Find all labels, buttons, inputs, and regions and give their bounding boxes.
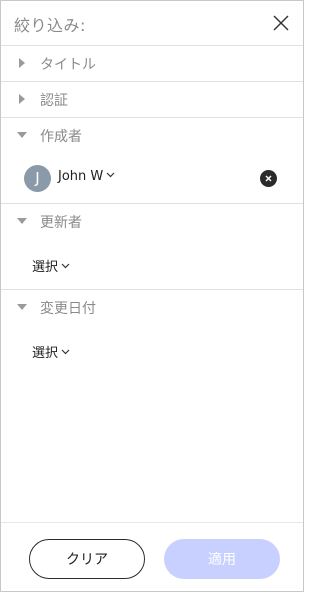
clear-button[interactable]: クリア [29, 539, 145, 579]
modified-date-select-dropdown[interactable]: 選択 [32, 342, 70, 361]
section-creator-toggle[interactable]: 作成者 [1, 118, 303, 153]
avatar: J [24, 165, 51, 192]
section-creator: 作成者 J John W [1, 117, 303, 203]
chevron-down-icon [106, 172, 115, 178]
updater-select-dropdown[interactable]: 選択 [32, 256, 70, 275]
close-icon [265, 175, 272, 182]
section-updater-label: 更新者 [40, 215, 82, 231]
apply-button[interactable]: 適用 [164, 539, 280, 579]
section-title: タイトル [1, 45, 303, 81]
section-auth: 認証 [1, 81, 303, 117]
filter-title: 絞り込み: [14, 16, 86, 35]
section-updater: 更新者 選択 [1, 203, 303, 289]
remove-user-button[interactable] [260, 170, 277, 187]
creator-user-name: John W [58, 169, 104, 184]
section-auth-label: 認証 [40, 93, 68, 109]
chevron-down-icon [61, 349, 70, 355]
section-modified-date-toggle[interactable]: 変更日付 [1, 290, 303, 325]
updater-select-label: 選択 [32, 260, 59, 275]
section-auth-toggle[interactable]: 認証 [1, 82, 303, 117]
creator-user-dropdown[interactable]: John W [58, 169, 115, 184]
filter-panel: 絞り込み: タイトル 認証 作成者 J John W 更新者 選択 変更日付 選… [0, 0, 304, 592]
caret-right-icon [19, 94, 25, 104]
caret-down-icon [17, 218, 27, 224]
modified-date-select-label: 選択 [32, 346, 59, 361]
section-title-label: タイトル [40, 57, 96, 73]
caret-right-icon [19, 58, 25, 68]
section-creator-label: 作成者 [40, 129, 82, 145]
filter-header: 絞り込み: [1, 1, 303, 45]
chevron-down-icon [61, 263, 70, 269]
section-title-toggle[interactable]: タイトル [1, 46, 303, 81]
section-modified-date: 変更日付 選択 [1, 289, 303, 375]
filter-footer: クリア 適用 [1, 522, 303, 591]
caret-down-icon [17, 132, 27, 138]
caret-down-icon [17, 304, 27, 310]
section-updater-toggle[interactable]: 更新者 [1, 204, 303, 239]
close-icon[interactable] [272, 14, 290, 32]
section-modified-date-label: 変更日付 [40, 301, 96, 317]
creator-user-row: J John W [1, 165, 303, 205]
